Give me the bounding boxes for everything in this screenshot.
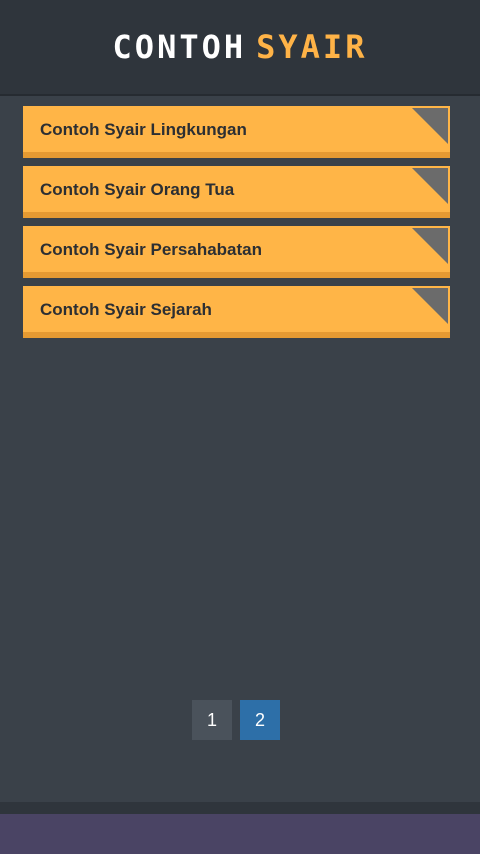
list-item-label: Contoh Syair Lingkungan xyxy=(40,120,247,139)
corner-fold-icon xyxy=(412,228,448,264)
corner-fold-icon xyxy=(412,108,448,144)
app-header: CONTOH SYAIR xyxy=(0,0,480,96)
list-item-label: Contoh Syair Sejarah xyxy=(40,300,212,319)
list-item-lingkungan[interactable]: Contoh Syair Lingkungan xyxy=(23,106,450,158)
page-button-1[interactable]: 1 xyxy=(192,700,232,740)
list-item-persahabatan[interactable]: Contoh Syair Persahabatan xyxy=(23,226,450,278)
corner-fold-icon xyxy=(412,288,448,324)
list-item-label: Contoh Syair Orang Tua xyxy=(40,180,235,199)
list-item-label: Contoh Syair Persahabatan xyxy=(40,240,263,259)
logo-text-accent: SYAIR xyxy=(256,28,368,66)
app-logo: CONTOH SYAIR xyxy=(113,31,368,63)
page-button-2-active[interactable]: 2 xyxy=(240,700,280,740)
list-item-sejarah[interactable]: Contoh Syair Sejarah xyxy=(23,286,450,338)
footer-divider xyxy=(0,802,480,814)
corner-fold-icon xyxy=(412,168,448,204)
list-item-orang-tua[interactable]: Contoh Syair Orang Tua xyxy=(23,166,450,218)
footer-bar xyxy=(0,814,480,854)
pagination: 1 2 xyxy=(192,700,280,740)
logo-text-primary: CONTOH xyxy=(112,28,247,66)
syair-list: Contoh Syair Lingkungan Contoh Syair Ora… xyxy=(23,106,450,346)
